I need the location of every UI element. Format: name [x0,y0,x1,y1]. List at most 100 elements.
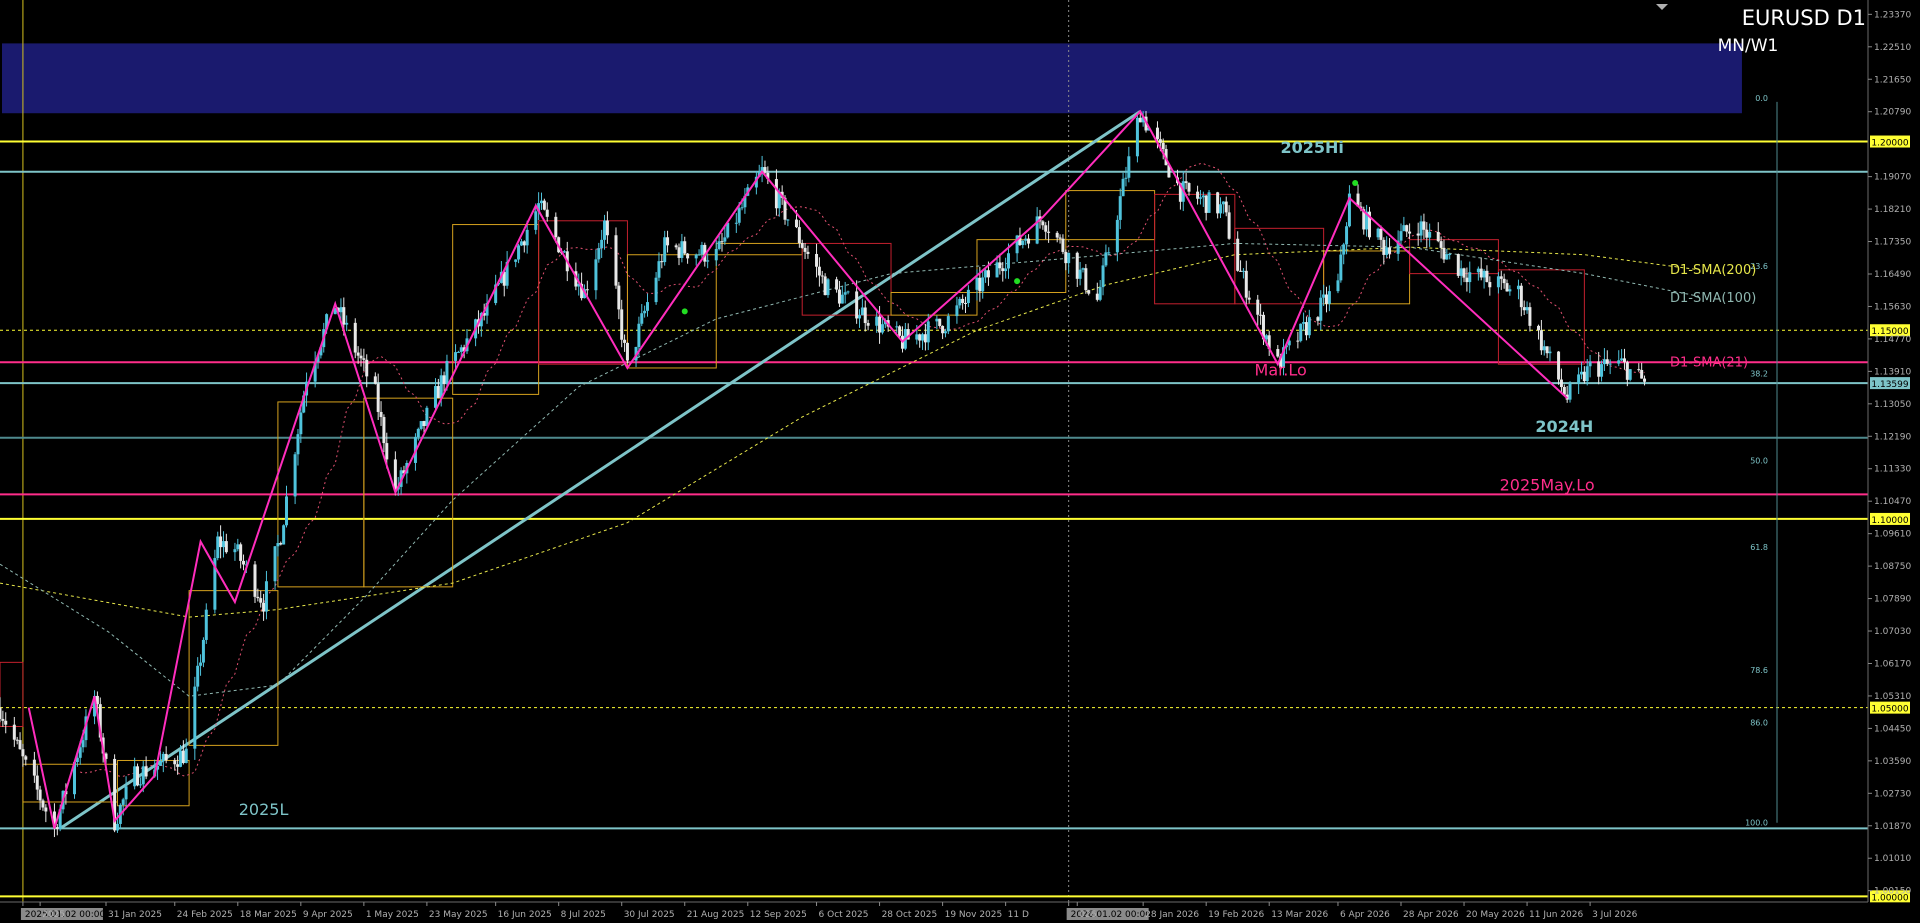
candle-body [645,302,649,311]
candle-body [1196,191,1200,199]
candle-body [264,581,268,612]
candle-body [1241,270,1245,272]
candle-body [1138,117,1142,123]
candle-body [1224,201,1228,213]
eurusd-d1-chart[interactable]: 0.023.638.250.061.878.686.0100.02025Hi20… [0,0,1920,923]
candle-body [1577,374,1581,384]
candle-body [385,443,389,460]
candle-body [614,235,618,286]
candle-body [740,207,744,209]
candle-body [1402,225,1406,232]
candle-body [1325,294,1329,304]
price-tick-label: 1.07890 [1874,595,1911,605]
date-tick-label: 18 Mar 2025 [240,910,297,920]
candle-body [279,543,283,545]
candle-body [345,322,349,325]
date-tick-label: 19 Feb 2026 [1208,910,1264,920]
candle-body [1617,360,1621,364]
candle-body [737,208,741,223]
candle-body [1055,232,1059,238]
candle-body [239,544,243,561]
candle-body [1582,371,1586,382]
candle-body [643,310,647,314]
candle-body [517,245,521,260]
candle-body [393,459,397,490]
date-tick-label: 28 Apr 2026 [1403,910,1459,920]
candle-body [21,749,25,757]
candle-body [4,720,8,725]
price-tick-label: 1.08750 [1874,562,1911,572]
candle-body [342,307,346,325]
candle-body [1640,370,1644,379]
candle-body [1525,307,1529,311]
date-tick-label: 13 Mar 2026 [1271,910,1328,920]
candle-body [1,718,5,721]
candle-body [823,276,827,296]
candle-body [1302,322,1306,324]
candle-body [1236,238,1240,271]
candle-body [826,279,830,296]
candle-body [224,541,228,553]
candle-body [181,750,185,764]
candle-body [1044,225,1048,232]
candle-body [1605,359,1609,364]
candle-body [640,313,644,324]
candle-body [700,244,704,255]
signal-dot [681,308,688,315]
price-tick-label: 1.07030 [1874,627,1911,637]
candle-body [981,277,985,292]
candle-body [1118,196,1122,220]
candle-body [958,298,962,306]
candle-body [875,316,879,326]
candle-body [1219,204,1223,214]
date-tick-label: 1 May 2025 [366,910,419,920]
candle-body [176,764,180,767]
candle-body [666,237,670,246]
date-tick-label: 16 Jun 2025 [498,910,552,920]
candle-body [204,609,208,640]
candle-body [1296,340,1300,342]
candle-body [1508,289,1512,292]
candle-body [1637,369,1641,371]
price-level-tag-text: 1.13599 [1871,380,1908,390]
candle-body [880,324,884,333]
chart-title: EURUSD D1 [1742,6,1866,30]
candle-body [376,383,380,412]
candle-body [1081,268,1085,270]
candle-body [1465,277,1469,283]
candle-body [1021,240,1025,245]
candle-body [55,827,59,829]
candle-body [998,262,1002,269]
candle-body [961,298,965,303]
level-label: 2025L [239,800,289,819]
candle-body [542,200,546,210]
price-tick-label: 1.06170 [1874,659,1911,669]
candle-body [674,245,678,248]
candle-body [1568,383,1572,400]
candle-body [1336,280,1340,292]
candle-body [806,251,810,254]
candle-body [1602,359,1606,365]
price-tick-label: 1.01870 [1874,822,1911,832]
candle-body [1316,317,1320,321]
candle-body [1058,237,1062,239]
candle-body [1422,221,1426,230]
price-tick-label: 1.12190 [1874,432,1911,442]
candle-body [964,302,968,304]
price-tick-label: 1.01010 [1874,854,1911,864]
candle-body [184,748,188,764]
candle-body [1545,346,1549,354]
range-band [2,43,1742,114]
candle-body [422,421,426,427]
candle-body [1557,351,1561,380]
candle-body [1084,268,1088,291]
candle-body [863,307,867,324]
date-tick-label: 24 Feb 2025 [177,910,233,920]
candle-body [525,229,529,246]
candle-body [585,289,589,291]
candle-body [866,323,870,326]
candle-body [1448,254,1452,256]
candle-body [1095,293,1099,300]
candle-body [456,351,460,353]
candle-body [442,375,446,384]
